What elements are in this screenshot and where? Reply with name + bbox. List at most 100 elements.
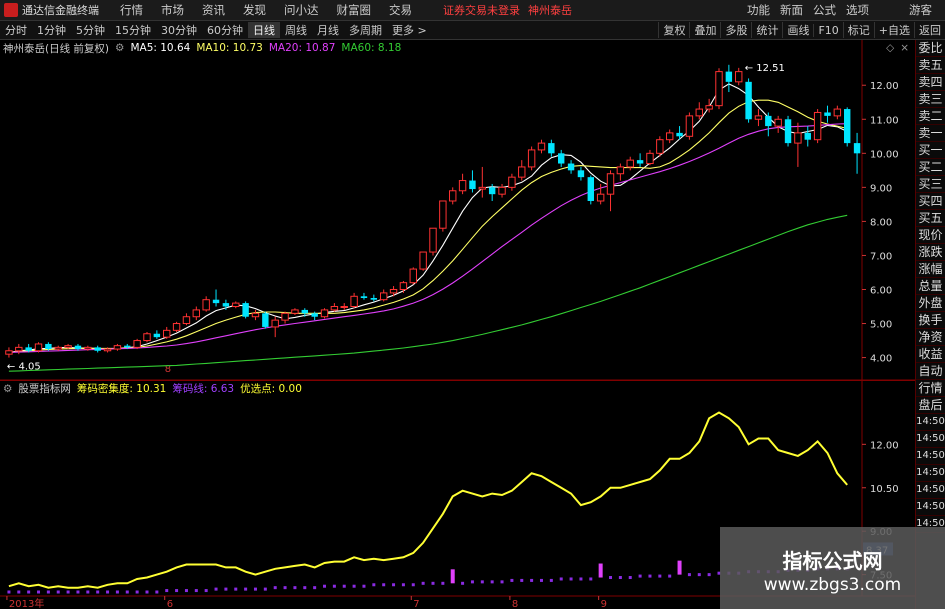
side-panel-item[interactable]: 卖二 (916, 108, 945, 125)
side-panel-item[interactable]: 买五 (916, 210, 945, 227)
chip-line-dot (46, 590, 50, 594)
side-panel-item[interactable]: 委比 (916, 40, 945, 57)
y-tick-label: 12.00 (870, 81, 899, 92)
side-panel-item[interactable]: 卖一 (916, 125, 945, 142)
candle-body-up (794, 132, 802, 144)
candle-body-down (488, 187, 496, 195)
chip-line-dot (17, 590, 21, 594)
side-panel-item[interactable]: 14:50 (916, 465, 945, 482)
chip-line-dot (707, 573, 711, 577)
toolbar-back-button[interactable]: 返回 (914, 22, 945, 38)
x-tick-label: 6 (167, 599, 173, 609)
chip-line-dot (37, 590, 41, 594)
y-tick-label: 10.00 (870, 149, 899, 160)
chip-line-dot (589, 577, 593, 581)
side-panel-item[interactable]: 买一 (916, 142, 945, 159)
chip-line-dot (194, 589, 198, 593)
candle-body-up (163, 329, 171, 338)
candle-body-up (103, 348, 112, 352)
chip-line-dot (293, 586, 297, 590)
chip-line-dot (253, 587, 257, 591)
side-panel-item[interactable]: 14:50 (916, 431, 945, 448)
candle-body-down (765, 115, 772, 127)
candle-body-down (25, 347, 32, 351)
candle-body-down (94, 347, 101, 351)
candle-body-up (439, 200, 447, 229)
side-panel-item[interactable]: 14:50 (916, 499, 945, 516)
watermark-overlay: 指标公式网 www.zbgs3.com (720, 527, 945, 609)
candle-body-up (754, 115, 763, 120)
side-panel-item[interactable]: 总量 (916, 278, 945, 295)
candle-body-up (5, 350, 13, 355)
candle-body-down (577, 170, 585, 178)
chart-canvas[interactable]: 12.00 11.00 10.00 9.00 8.00 7.00 6.00 5.00 4.00 1… (0, 0, 915, 609)
candle-body-up (537, 142, 546, 151)
chip-line-bar (598, 563, 603, 578)
candle-body-up (449, 190, 457, 202)
chip-line-dot (263, 587, 267, 591)
side-panel-item[interactable]: 净资 (916, 329, 945, 346)
candle-body-up (291, 309, 299, 314)
candle-body-up (182, 316, 191, 325)
candle-body-down (784, 119, 792, 144)
watermark-title: 指标公式网 (782, 549, 883, 573)
chip-line-dot (579, 577, 583, 581)
ma-line-ma5 (8, 83, 848, 354)
candle-body-down (636, 160, 644, 164)
candle-body-up (64, 345, 72, 348)
candle-body-up (833, 108, 842, 117)
chip-line-dot (273, 586, 277, 590)
x-tick-label: 9 (601, 599, 607, 609)
chip-line-dot (520, 578, 524, 582)
side-panel-item[interactable]: 盘后 (916, 397, 945, 414)
candle-body-up (646, 152, 654, 165)
side-panel-item[interactable]: 卖三 (916, 91, 945, 108)
y-tick-label: 4.00 (870, 354, 892, 365)
chip-line-dot (106, 590, 110, 594)
high-price-label: ← 12.51 (745, 63, 785, 74)
side-panel-item[interactable]: 换手 (916, 312, 945, 329)
candle-body-down (745, 81, 752, 120)
side-panel-item[interactable]: 卖四 (916, 74, 945, 91)
side-panel-item[interactable]: 14:50 (916, 448, 945, 465)
y-tick-label: 6.00 (870, 285, 892, 296)
candle-body-up (330, 306, 339, 311)
chip-line-dot (342, 584, 346, 588)
candle-body-down (853, 143, 861, 154)
chip-line-dot (461, 581, 465, 585)
side-panel-item[interactable]: 收益 (916, 346, 945, 363)
indicator-info: ⚙ 股票指标网 筹码密集度: 10.31 筹码线: 6.63 优选点: 0.00 (0, 380, 915, 396)
candle-body-down (469, 180, 476, 190)
chip-line-dot (530, 578, 534, 582)
candle-body-up (84, 346, 92, 350)
candle-body-down (824, 112, 831, 116)
side-panel-item[interactable]: 买四 (916, 193, 945, 210)
candle-body-up (705, 105, 713, 110)
side-panel-item[interactable]: 买三 (916, 176, 945, 193)
side-panel-item[interactable]: 14:50 (916, 414, 945, 431)
side-panel-item[interactable]: 外盘 (916, 295, 945, 312)
candle-body-down (725, 71, 733, 82)
side-panel-item[interactable]: 现价 (916, 227, 945, 244)
indicator-gear-icon[interactable]: ⚙ (3, 383, 12, 395)
side-panel-item[interactable]: 卖五 (916, 57, 945, 74)
chip-line-dot (510, 578, 514, 582)
chip-line-dot (609, 576, 613, 580)
y-tick-label: 7.00 (870, 251, 892, 262)
candle-body-up (527, 149, 536, 168)
side-panel-item[interactable]: 行情 (916, 380, 945, 397)
side-panel-item[interactable]: 买二 (916, 159, 945, 176)
candle-body-down (45, 343, 52, 350)
chip-line-dot (372, 583, 376, 587)
chip-line-dot (135, 590, 139, 594)
chip-line-dot (658, 574, 662, 578)
side-panel-item[interactable]: 14:50 (916, 482, 945, 499)
y-tick-label: 9.00 (870, 183, 892, 194)
side-panel-item[interactable]: 涨幅 (916, 261, 945, 278)
candle-body-up (715, 71, 723, 107)
chip-line-dot (569, 577, 573, 581)
side-panel-item[interactable]: 涨跌 (916, 244, 945, 261)
candle-body-down (587, 177, 594, 201)
side-panel-item[interactable]: 自动 (916, 363, 945, 380)
candle-body-up (508, 176, 516, 188)
